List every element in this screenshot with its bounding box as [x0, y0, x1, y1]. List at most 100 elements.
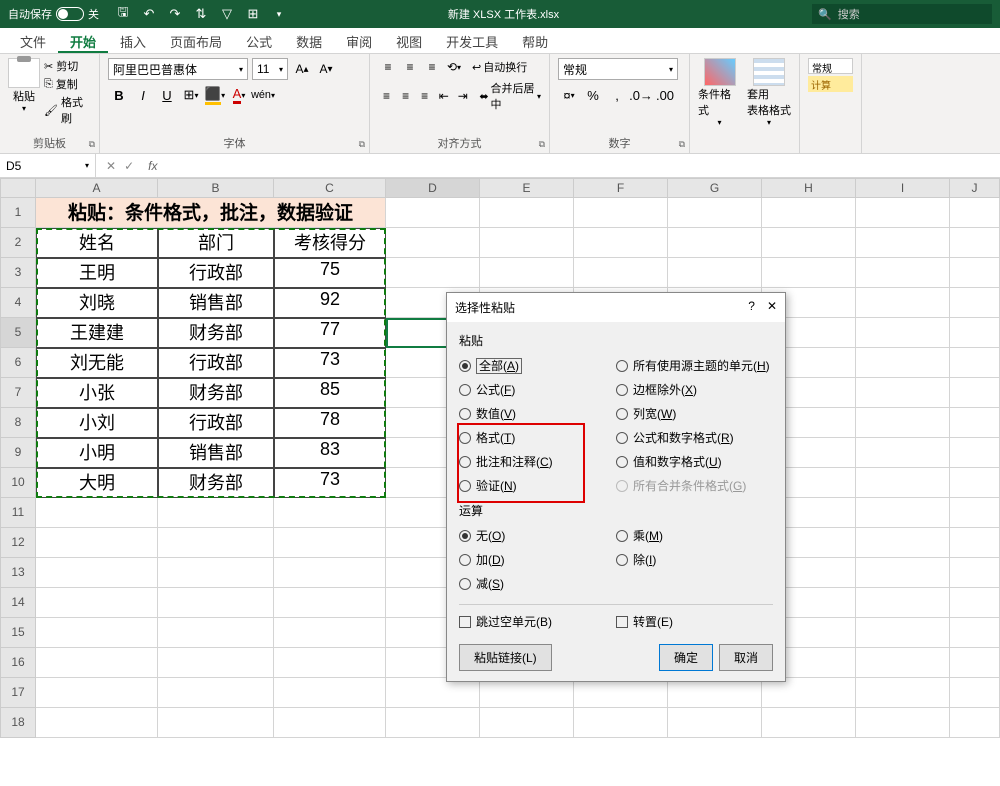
empty-cell[interactable] — [386, 258, 480, 288]
col-header[interactable]: A — [36, 178, 158, 198]
dec-decimal-button[interactable]: .00 — [654, 84, 676, 106]
percent-button[interactable]: % — [582, 84, 604, 106]
empty-cell[interactable] — [386, 678, 480, 708]
indent-dec-icon[interactable]: ⇤ — [435, 87, 452, 105]
empty-cell[interactable] — [574, 708, 668, 738]
table-cell[interactable]: 大明 — [36, 468, 158, 498]
empty-cell[interactable] — [950, 618, 1000, 648]
format-table-button[interactable]: 套用 表格格式 ▾ — [747, 58, 791, 127]
inc-decimal-button[interactable]: .0→ — [630, 84, 652, 106]
italic-button[interactable]: I — [132, 84, 154, 106]
underline-button[interactable]: U — [156, 84, 178, 106]
table-cell[interactable]: 83 — [274, 438, 386, 468]
dialog-launcher-icon[interactable]: ⧉ — [539, 139, 545, 150]
search-box[interactable]: 🔍 搜索 — [812, 4, 992, 24]
format-painter-button[interactable]: 🖌格式刷 — [44, 94, 91, 126]
align-left-icon[interactable]: ≡ — [378, 87, 395, 105]
col-header[interactable]: H — [762, 178, 856, 198]
radio-option[interactable]: 加(D) — [459, 551, 616, 568]
empty-cell[interactable] — [950, 258, 1000, 288]
currency-button[interactable]: ¤▾ — [558, 84, 580, 106]
empty-cell[interactable] — [668, 708, 762, 738]
col-header[interactable]: F — [574, 178, 668, 198]
save-icon[interactable]: 🖫 — [115, 6, 131, 22]
bold-button[interactable]: B — [108, 84, 130, 106]
dialog-launcher-icon[interactable]: ⧉ — [89, 139, 95, 150]
empty-cell[interactable] — [668, 198, 762, 228]
col-header[interactable]: D — [386, 178, 480, 198]
tab-file[interactable]: 文件 — [8, 28, 58, 53]
orientation-icon[interactable]: ⟲▾ — [444, 58, 464, 76]
radio-option[interactable]: 列宽(W) — [616, 405, 773, 422]
empty-cell[interactable] — [950, 318, 1000, 348]
table-cell[interactable]: 财务部 — [158, 468, 274, 498]
table-cell[interactable]: 刘无能 — [36, 348, 158, 378]
paste-button[interactable]: 粘贴 ▾ — [8, 58, 40, 132]
empty-cell[interactable] — [950, 588, 1000, 618]
empty-cell[interactable] — [856, 288, 950, 318]
ok-button[interactable]: 确定 — [659, 644, 713, 671]
empty-cell[interactable] — [762, 678, 856, 708]
empty-cell[interactable] — [274, 588, 386, 618]
skip-blanks-checkbox[interactable]: 跳过空单元(B) — [459, 613, 616, 630]
table-cell[interactable]: 财务部 — [158, 378, 274, 408]
align-top-icon[interactable]: ≡ — [378, 58, 398, 76]
empty-cell[interactable] — [856, 228, 950, 258]
empty-cell[interactable] — [36, 528, 158, 558]
table-cell[interactable]: 王建建 — [36, 318, 158, 348]
col-header[interactable]: G — [668, 178, 762, 198]
row-header[interactable]: 12 — [0, 528, 36, 558]
row-header[interactable]: 17 — [0, 678, 36, 708]
empty-cell[interactable] — [856, 558, 950, 588]
row-header[interactable]: 11 — [0, 498, 36, 528]
tab-developer[interactable]: 开发工具 — [434, 28, 510, 53]
empty-cell[interactable] — [158, 498, 274, 528]
align-right-icon[interactable]: ≡ — [416, 87, 433, 105]
empty-cell[interactable] — [158, 678, 274, 708]
radio-option[interactable]: 除(I) — [616, 551, 773, 568]
autosave-toggle[interactable]: 自动保存 关 — [0, 6, 107, 22]
table-header-cell[interactable]: 姓名 — [36, 228, 158, 258]
empty-cell[interactable] — [158, 648, 274, 678]
empty-cell[interactable] — [36, 588, 158, 618]
decrease-font-icon[interactable]: A▾ — [316, 59, 336, 79]
empty-cell[interactable] — [762, 258, 856, 288]
tab-formulas[interactable]: 公式 — [234, 28, 284, 53]
tab-insert[interactable]: 插入 — [108, 28, 158, 53]
table-cell[interactable]: 小张 — [36, 378, 158, 408]
row-header[interactable]: 6 — [0, 348, 36, 378]
row-header[interactable]: 10 — [0, 468, 36, 498]
tab-view[interactable]: 视图 — [384, 28, 434, 53]
align-center-icon[interactable]: ≡ — [397, 87, 414, 105]
radio-option[interactable]: 公式和数字格式(R) — [616, 429, 773, 446]
empty-cell[interactable] — [480, 708, 574, 738]
dialog-launcher-icon[interactable]: ⧉ — [679, 139, 685, 150]
empty-cell[interactable] — [950, 708, 1000, 738]
table-header-cell[interactable]: 考核得分 — [274, 228, 386, 258]
font-name-combo[interactable]: 阿里巴巴普惠体▾ — [108, 58, 248, 80]
empty-cell[interactable] — [856, 618, 950, 648]
empty-cell[interactable] — [950, 348, 1000, 378]
row-header[interactable]: 18 — [0, 708, 36, 738]
cancel-formula-icon[interactable]: ✕ — [106, 159, 116, 173]
empty-cell[interactable] — [950, 438, 1000, 468]
font-size-combo[interactable]: 11▾ — [252, 58, 288, 80]
empty-cell[interactable] — [950, 648, 1000, 678]
dialog-launcher-icon[interactable]: ⧉ — [359, 139, 365, 150]
table-cell[interactable]: 小刘 — [36, 408, 158, 438]
empty-cell[interactable] — [856, 588, 950, 618]
merge-button[interactable]: ⬌合并后居中▾ — [479, 80, 541, 112]
empty-cell[interactable] — [386, 228, 480, 258]
empty-cell[interactable] — [856, 378, 950, 408]
empty-cell[interactable] — [36, 708, 158, 738]
empty-cell[interactable] — [274, 528, 386, 558]
empty-cell[interactable] — [856, 258, 950, 288]
row-header[interactable]: 9 — [0, 438, 36, 468]
qat-dropdown-icon[interactable]: ▾ — [271, 6, 287, 22]
radio-option[interactable]: 公式(F) — [459, 381, 616, 398]
comma-button[interactable]: , — [606, 84, 628, 106]
empty-cell[interactable] — [762, 198, 856, 228]
row-header[interactable]: 4 — [0, 288, 36, 318]
radio-option[interactable]: 无(O) — [459, 527, 616, 544]
radio-option[interactable]: 边框除外(X) — [616, 381, 773, 398]
